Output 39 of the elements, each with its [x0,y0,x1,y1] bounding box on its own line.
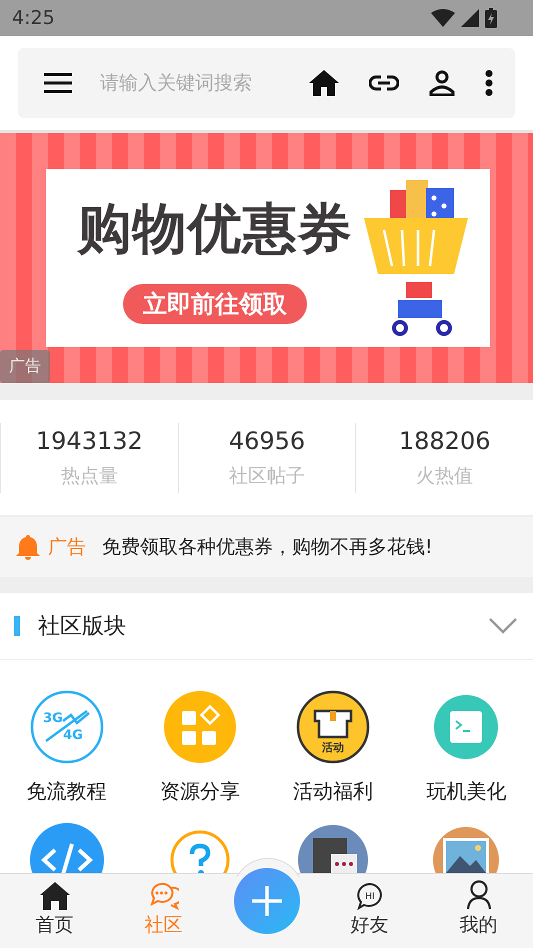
stat-label: 火热值 [416,464,474,488]
chevron-down-icon[interactable] [489,618,517,634]
plus-icon [252,886,282,916]
section-marker [14,616,20,636]
banner-card[interactable]: 购物优惠券 立即前往领取 [46,169,490,347]
link-icon[interactable] [369,75,399,91]
nav-tab[interactable]: 我的 [424,874,533,948]
stat-label: 社区帖子 [229,464,305,488]
category-label[interactable]: 资源分享 [160,778,240,805]
home-icon[interactable] [309,70,339,96]
chat-bubbles-icon [148,882,178,910]
stat-value: 46956 [228,426,306,454]
banner-headline: 购物优惠券 [78,196,352,262]
speech-bubble-icon: HI [356,882,384,910]
code-category-icon[interactable] [30,823,104,874]
battery-icon [485,8,497,28]
category-label[interactable]: 活动福利 [293,778,374,805]
section-title: 社区版块 [38,613,127,641]
gift-category-icon[interactable]: 活动 [296,690,370,764]
person-icon [466,880,492,910]
nav-tab[interactable]: 首页 [0,874,109,948]
notice-text[interactable]: 免费领取各种优惠券，购物不再多花钱! [102,534,433,560]
stat-value: 188206 [398,426,490,454]
ad-tag: 广告 [48,534,86,560]
search-field[interactable]: 请输入关键词搜索 [100,68,299,98]
wifi-icon [431,9,455,27]
signal-icon [461,9,479,27]
nav-tab[interactable]: HI 好友 [315,874,424,948]
stat-label: 热点量 [60,464,118,488]
category-label[interactable]: 免流教程 [26,778,107,805]
person-icon[interactable] [429,70,455,96]
bell-icon [16,534,40,560]
more-icon[interactable] [485,70,493,96]
home-icon [40,882,70,910]
status-time: 4:25 [12,7,55,29]
menu-icon[interactable] [44,73,72,93]
stat-value: 1943132 [36,426,143,454]
category-label[interactable]: 玩机美化 [426,778,506,805]
ad-badge: 广告 [0,350,50,383]
